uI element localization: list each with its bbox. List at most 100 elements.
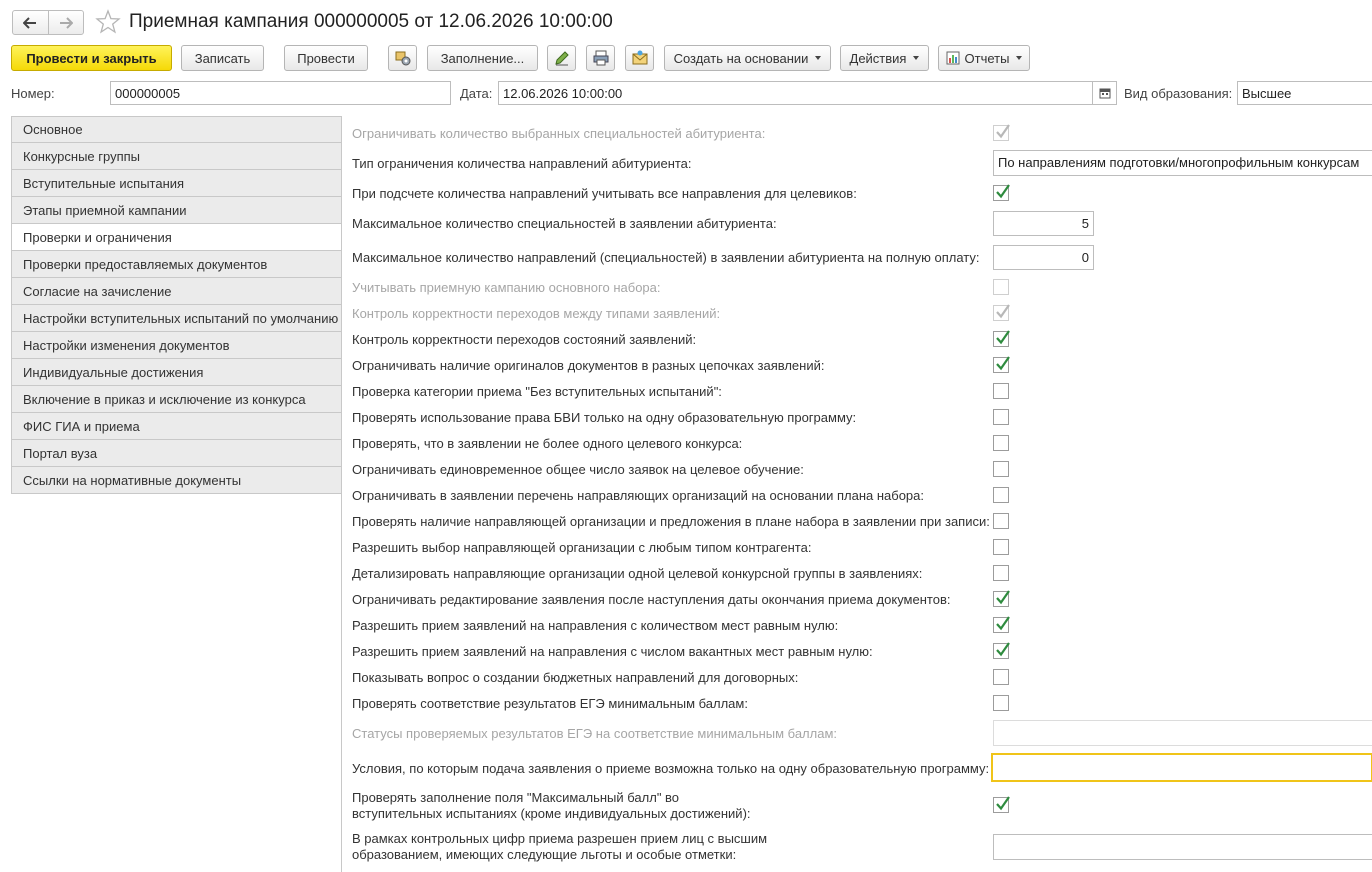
date-field[interactable]: 12.06.2026 10:00:00 xyxy=(498,81,1117,105)
nav-item-enrollment-consent[interactable]: Согласие на зачисление xyxy=(11,278,342,305)
checkmark-icon xyxy=(996,590,1010,605)
row-label-line-2: образованием, имеющих следующие льготы и… xyxy=(352,847,737,862)
checkbox[interactable] xyxy=(993,487,1009,503)
checkmark-icon xyxy=(996,184,1010,199)
checkbox[interactable] xyxy=(993,304,1010,321)
edit-button[interactable] xyxy=(547,45,576,71)
date-label: Дата: xyxy=(460,86,493,101)
max-specialties-field[interactable]: 5 xyxy=(993,211,1094,236)
nav-divider xyxy=(341,116,342,872)
create-based-on-dropdown[interactable]: Создать на основании xyxy=(664,45,831,71)
nav-item-competition-groups[interactable]: Конкурсные группы xyxy=(11,143,342,170)
nav-item-document-checks[interactable]: Проверки предоставляемых документов xyxy=(11,251,342,278)
checkbox[interactable] xyxy=(993,642,1010,659)
row-label: Ограничивать наличие оригиналов документ… xyxy=(352,358,825,373)
print-button[interactable] xyxy=(586,45,615,71)
row-label: Разрешить прием заявлений на направления… xyxy=(352,644,873,659)
nav-item-fis-gia[interactable]: ФИС ГИА и приема xyxy=(11,413,342,440)
create-based-on-label: Создать на основании xyxy=(673,50,809,66)
post-and-close-button[interactable]: Провести и закрыть xyxy=(11,45,172,71)
structure-gear-icon xyxy=(395,51,410,66)
row-label: Учитывать приемную кампанию основного на… xyxy=(352,280,661,295)
checkbox[interactable] xyxy=(993,124,1010,141)
checkmark-icon xyxy=(996,124,1010,139)
single-program-conditions-field[interactable] xyxy=(991,753,1372,782)
nav-item-order-inclusion[interactable]: Включение в приказ и исключение из конку… xyxy=(11,386,342,413)
checkbox[interactable] xyxy=(993,616,1010,633)
envelope-icon xyxy=(632,50,647,65)
row-label: Проверять соответствие результатов ЕГЭ м… xyxy=(352,696,748,711)
row-label: Детализировать направляющие организации … xyxy=(352,566,923,581)
row-label: Ограничивать количество выбранных специа… xyxy=(352,126,766,141)
nav-item-checks-restrictions[interactable]: Проверки и ограничения xyxy=(11,224,342,251)
benefits-field[interactable] xyxy=(993,834,1372,860)
row-label: Показывать вопрос о создании бюджетных н… xyxy=(352,670,799,685)
row-label: Проверять использование права БВИ только… xyxy=(352,410,857,425)
checkbox[interactable] xyxy=(993,539,1009,555)
ege-statuses-field[interactable] xyxy=(993,720,1372,746)
checkbox[interactable] xyxy=(993,330,1010,347)
chevron-down-icon xyxy=(913,56,920,60)
pencil-icon xyxy=(554,51,569,66)
back-button[interactable] xyxy=(13,11,48,34)
nav-item-document-change-settings[interactable]: Настройки изменения документов xyxy=(11,332,342,359)
row-label: Максимальное количество специальностей в… xyxy=(352,216,777,231)
row-label-line-2: вступительных испытаниях (кроме индивиду… xyxy=(352,806,751,821)
actions-label: Действия xyxy=(849,50,907,66)
fill-button[interactable]: Заполнение... xyxy=(427,45,538,71)
row-label-line-1: Проверять заполнение поля "Максимальный … xyxy=(352,790,680,805)
checkbox[interactable] xyxy=(993,669,1009,685)
checkbox[interactable] xyxy=(993,409,1009,425)
forward-button[interactable] xyxy=(47,11,83,34)
max-paid-directions-field[interactable]: 0 xyxy=(993,245,1094,270)
number-field[interactable]: 000000005 xyxy=(110,81,451,105)
row-label: Статусы проверяемых результатов ЕГЭ на с… xyxy=(352,726,837,741)
arrow-left-icon xyxy=(23,16,37,29)
calendar-button[interactable] xyxy=(1092,82,1116,104)
checkbox[interactable] xyxy=(993,383,1009,399)
row-label: Ограничивать в заявлении перечень направ… xyxy=(352,488,924,503)
nav-item-campaign-stages[interactable]: Этапы приемной кампании xyxy=(11,197,342,224)
nav-item-regulatory-links[interactable]: Ссылки на нормативные документы xyxy=(11,467,342,494)
education-type-label: Вид образования: xyxy=(1124,86,1233,101)
checkmark-icon xyxy=(996,356,1010,371)
checkbox[interactable] xyxy=(993,356,1010,373)
restriction-type-field[interactable]: По направлениям подготовки/многопрофильн… xyxy=(993,150,1372,176)
checkbox[interactable] xyxy=(993,796,1010,813)
nav-item-default-test-settings[interactable]: Настройки вступительных испытаний по умо… xyxy=(11,305,342,332)
checkbox[interactable] xyxy=(993,435,1009,451)
checkbox[interactable] xyxy=(993,184,1010,201)
reports-label: Отчеты xyxy=(964,50,1010,66)
checkbox[interactable] xyxy=(993,565,1009,581)
checkbox[interactable] xyxy=(993,461,1009,477)
page-title: Приемная кампания 000000005 от 12.06.202… xyxy=(129,11,613,32)
nav-item-university-portal[interactable]: Портал вуза xyxy=(11,440,342,467)
structure-button[interactable] xyxy=(388,45,417,71)
nav-item-main[interactable]: Основное xyxy=(11,116,342,143)
nav-item-achievements[interactable]: Индивидуальные достижения xyxy=(11,359,342,386)
checkbox[interactable] xyxy=(993,513,1009,529)
row-label: Проверка категории приема "Без вступител… xyxy=(352,384,722,399)
arrow-right-icon xyxy=(59,16,73,29)
row-label: Максимальное количество направлений (спе… xyxy=(352,250,980,265)
favorite-star-icon[interactable] xyxy=(94,8,122,36)
row-label: При подсчете количества направлений учит… xyxy=(352,186,857,201)
checkmark-icon xyxy=(996,642,1010,657)
checkbox[interactable] xyxy=(993,279,1009,295)
checkmark-icon xyxy=(996,616,1010,631)
checkbox[interactable] xyxy=(993,695,1009,711)
save-button[interactable]: Записать xyxy=(181,45,264,71)
post-button[interactable]: Провести xyxy=(284,45,368,71)
row-label: Разрешить прием заявлений на направления… xyxy=(352,618,839,633)
education-type-field[interactable]: Высшее xyxy=(1237,81,1372,105)
mail-button[interactable] xyxy=(625,45,654,71)
reports-dropdown[interactable]: Отчеты xyxy=(938,45,1030,71)
row-label: Контроль корректности переходов состояни… xyxy=(352,332,697,347)
section-nav: Основное Конкурсные группы Вступительные… xyxy=(11,116,342,494)
checkmark-icon xyxy=(996,330,1010,345)
checkbox[interactable] xyxy=(993,590,1010,607)
checkmark-icon xyxy=(996,304,1010,319)
nav-item-entrance-tests[interactable]: Вступительные испытания xyxy=(11,170,342,197)
actions-dropdown[interactable]: Действия xyxy=(840,45,929,71)
history-nav xyxy=(12,10,84,35)
